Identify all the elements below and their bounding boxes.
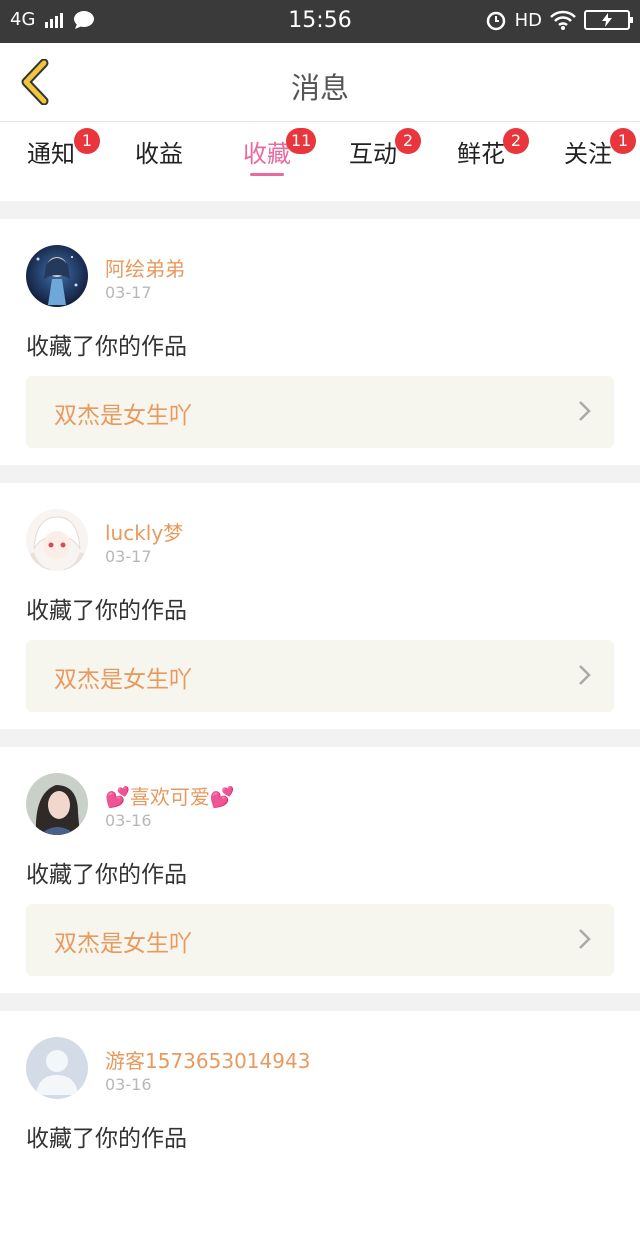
tab-label: 鲜花 (457, 140, 505, 168)
message-card: 阿绘弟弟 03-17 收藏了你的作品 双杰是女生吖 (0, 219, 640, 465)
username[interactable]: 游客1573653014943 (105, 1045, 310, 1074)
battery-charging-icon (584, 10, 633, 30)
avatar[interactable] (26, 245, 88, 307)
username[interactable]: 阿绘弟弟 (105, 253, 185, 282)
message-card: 游客1573653014943 03-16 收藏了你的作品 (0, 1011, 640, 1257)
message-date: 03-17 (105, 283, 152, 302)
message-card: 💕喜欢可爱💕 03-16 收藏了你的作品 双杰是女生吖 (0, 747, 640, 993)
message-date: 03-16 (105, 811, 152, 830)
avatar[interactable] (26, 509, 88, 571)
active-tab-indicator (250, 173, 284, 176)
nav-header: 消息 (0, 43, 640, 121)
hd-indicator: HD (514, 9, 542, 31)
chevron-right-icon (579, 929, 591, 949)
message-text: 收藏了你的作品 (26, 334, 187, 360)
message-text: 收藏了你的作品 (26, 862, 187, 888)
tab-label: 收藏 (243, 140, 291, 168)
tab-notifications[interactable]: 通知 1 (6, 128, 100, 169)
tab-favorites[interactable]: 收藏 11 (222, 128, 317, 176)
username[interactable]: luckly梦 (105, 517, 183, 546)
message-card: luckly梦 03-17 收藏了你的作品 双杰是女生吖 (0, 483, 640, 729)
wifi-icon (550, 10, 576, 30)
alarm-icon (486, 11, 505, 31)
tab-label: 通知 (27, 140, 75, 168)
work-link[interactable]: 双杰是女生吖 (26, 376, 614, 448)
username[interactable]: 💕喜欢可爱💕 (105, 781, 235, 810)
message-text: 收藏了你的作品 (26, 1126, 187, 1152)
unread-badge: 1 (74, 128, 100, 154)
status-right: HD (485, 9, 633, 31)
status-bar: 4G 15:56 HD (0, 0, 640, 43)
chevron-right-icon (579, 665, 591, 685)
message-date: 03-16 (105, 1075, 152, 1094)
unread-badge: 2 (395, 128, 421, 154)
tab-label: 收益 (135, 140, 183, 168)
unread-badge: 2 (503, 128, 529, 154)
work-link[interactable]: 双杰是女生吖 (26, 904, 614, 976)
default-avatar[interactable] (26, 1037, 88, 1099)
tab-label: 互动 (349, 140, 397, 168)
tab-label: 关注 (564, 140, 612, 168)
unread-badge: 11 (286, 128, 317, 154)
work-title: 双杰是女生吖 (54, 667, 192, 693)
tab-interactions[interactable]: 互动 2 (328, 128, 421, 169)
work-title: 双杰是女生吖 (54, 403, 192, 429)
page-title: 消息 (290, 71, 349, 105)
message-tabs: 通知 1 收益 收藏 11 互动 2 鲜花 2 关注 1 (0, 121, 640, 201)
work-title: 双杰是女生吖 (54, 931, 192, 957)
tab-follows[interactable]: 关注 1 (543, 128, 636, 169)
message-date: 03-17 (105, 547, 152, 566)
tab-earnings[interactable]: 收益 (114, 134, 204, 169)
work-link[interactable]: 双杰是女生吖 (26, 640, 614, 712)
avatar[interactable] (26, 773, 88, 835)
message-text: 收藏了你的作品 (26, 598, 187, 624)
unread-badge: 1 (610, 128, 636, 154)
chevron-right-icon (579, 401, 591, 421)
tab-flowers[interactable]: 鲜花 2 (436, 128, 529, 169)
